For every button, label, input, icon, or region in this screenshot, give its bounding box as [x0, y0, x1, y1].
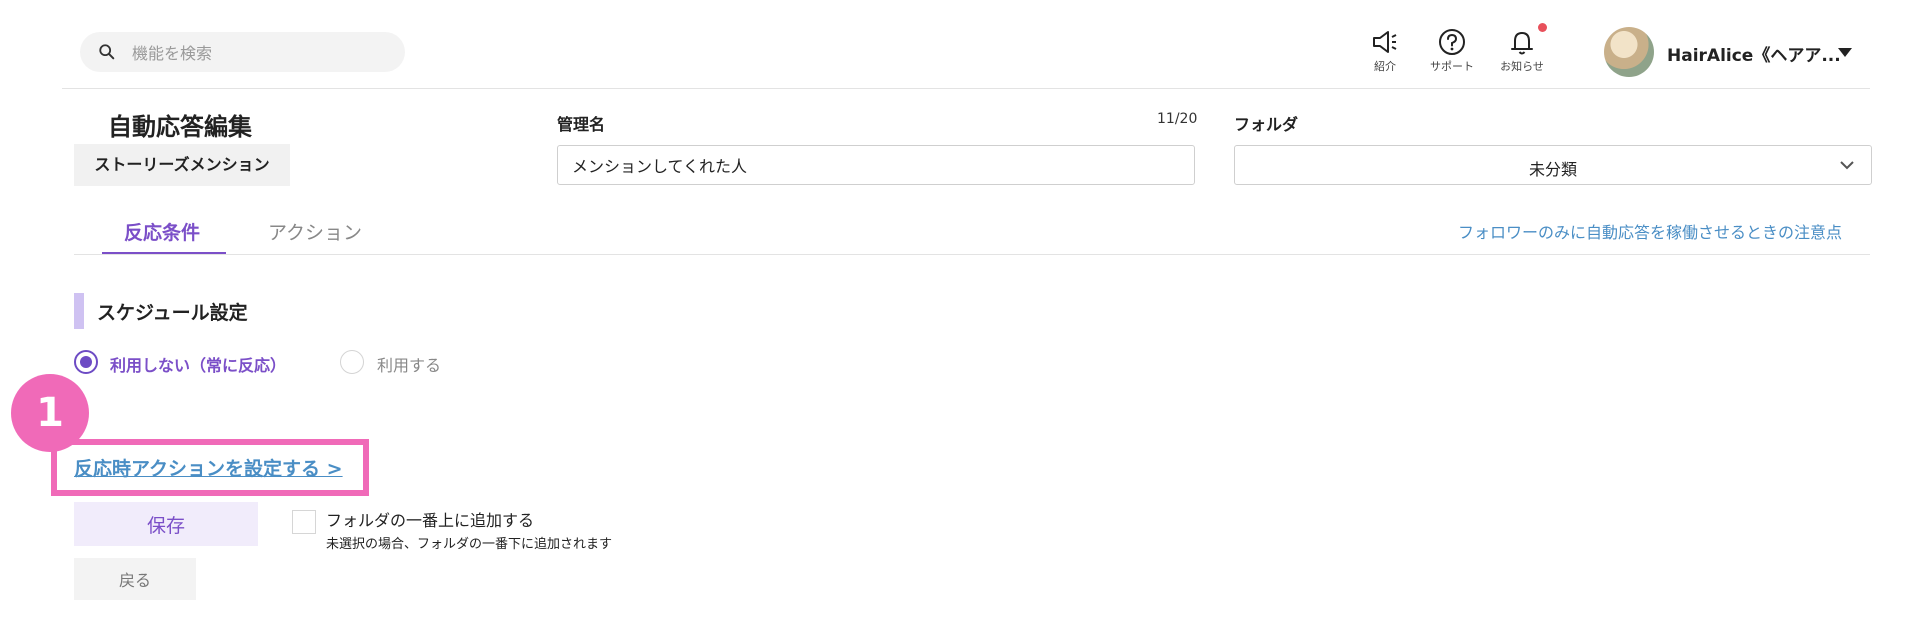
- support-label: サポート: [1430, 60, 1474, 73]
- schedule-off-label[interactable]: 利用しない（常に反応）: [110, 352, 286, 376]
- help-icon: [1439, 29, 1465, 55]
- page-title: 自動応答編集: [108, 113, 252, 141]
- chevron-down-icon: [1840, 161, 1854, 170]
- step-marker: 1: [11, 374, 89, 452]
- add-to-top-checkbox[interactable]: [292, 510, 316, 534]
- search-icon: [99, 44, 115, 60]
- tabs-divider: [74, 254, 1870, 255]
- add-to-top-note: 未選択の場合、フォルダの一番下に追加されます: [326, 537, 613, 552]
- support-button[interactable]: サポート: [1417, 28, 1487, 88]
- tab-actions[interactable]: アクション: [268, 218, 362, 245]
- user-name[interactable]: HairAlice《ヘアア...: [1667, 41, 1841, 66]
- add-to-top-label[interactable]: フォルダの一番上に追加する: [326, 507, 534, 531]
- set-action-link[interactable]: 反応時アクションを設定する >: [74, 454, 343, 481]
- header-divider: [62, 88, 1870, 89]
- folder-select[interactable]: 未分類: [1234, 145, 1872, 185]
- schedule-title: スケジュール設定: [97, 302, 248, 324]
- search-bar[interactable]: [80, 32, 405, 74]
- follower-notes-link[interactable]: フォロワーのみに自動応答を稼働させるときの注意点: [1458, 219, 1842, 243]
- notification-dot: [1538, 23, 1547, 32]
- avatar[interactable]: [1604, 27, 1654, 77]
- save-button[interactable]: 保存: [74, 502, 258, 546]
- schedule-on-label[interactable]: 利用する: [377, 352, 441, 376]
- megaphone-icon: [1373, 31, 1397, 53]
- folder-value: 未分類: [1528, 160, 1577, 179]
- chevron-down-icon[interactable]: [1838, 48, 1852, 57]
- notifications-button[interactable]: お知らせ: [1487, 28, 1557, 88]
- schedule-on-radio[interactable]: [340, 350, 364, 374]
- search-input[interactable]: [130, 32, 394, 74]
- bell-icon: [1511, 32, 1533, 55]
- schedule-off-radio[interactable]: [74, 350, 98, 374]
- name-label: 管理名: [557, 115, 606, 134]
- tab-conditions[interactable]: 反応条件: [124, 218, 200, 245]
- back-button[interactable]: 戻る: [74, 558, 196, 600]
- notifications-label: お知らせ: [1500, 60, 1544, 73]
- name-counter: 11/20: [1157, 111, 1198, 127]
- type-badge: ストーリーズメンション: [74, 144, 290, 186]
- name-input[interactable]: [557, 145, 1195, 185]
- intro-label: 紹介: [1374, 60, 1396, 73]
- intro-button[interactable]: 紹介: [1350, 28, 1420, 88]
- folder-label: フォルダ: [1234, 115, 1299, 134]
- section-accent-bar: [74, 293, 84, 329]
